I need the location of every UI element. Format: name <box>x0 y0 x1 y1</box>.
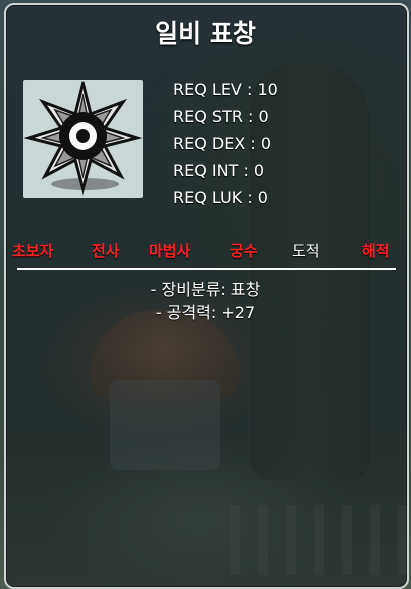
req-level: REQ LEV : 10 <box>173 80 278 99</box>
divider <box>17 268 396 270</box>
item-name: 일비 표창 <box>155 19 256 48</box>
req-dex: REQ DEX : 0 <box>173 134 272 153</box>
requirements-list: REQ LEV : 10 REQ STR : 0 REQ DEX : 0 REQ… <box>173 76 278 211</box>
throwing-star-icon <box>23 81 143 196</box>
item-icon-box <box>23 80 143 198</box>
job-pirate: 해적 <box>362 242 390 260</box>
req-int: REQ INT : 0 <box>173 161 265 180</box>
job-beginner: 초보자 <box>12 242 54 260</box>
stat-attack: - 공격력: +27 <box>155 303 256 322</box>
stat-equipment-type: - 장비분류: 표창 <box>150 280 261 299</box>
job-bowman: 궁수 <box>230 242 258 260</box>
req-luk: REQ LUK : 0 <box>173 188 268 207</box>
req-str: REQ STR : 0 <box>173 107 269 126</box>
job-thief: 도적 <box>292 242 320 260</box>
job-magician: 마법사 <box>149 242 191 260</box>
item-stats: - 장비분류: 표창 - 공격력: +27 <box>0 278 411 324</box>
job-warrior: 전사 <box>92 242 120 260</box>
job-list: 초보자 전사 마법사 궁수 도적 해적 <box>6 238 406 264</box>
